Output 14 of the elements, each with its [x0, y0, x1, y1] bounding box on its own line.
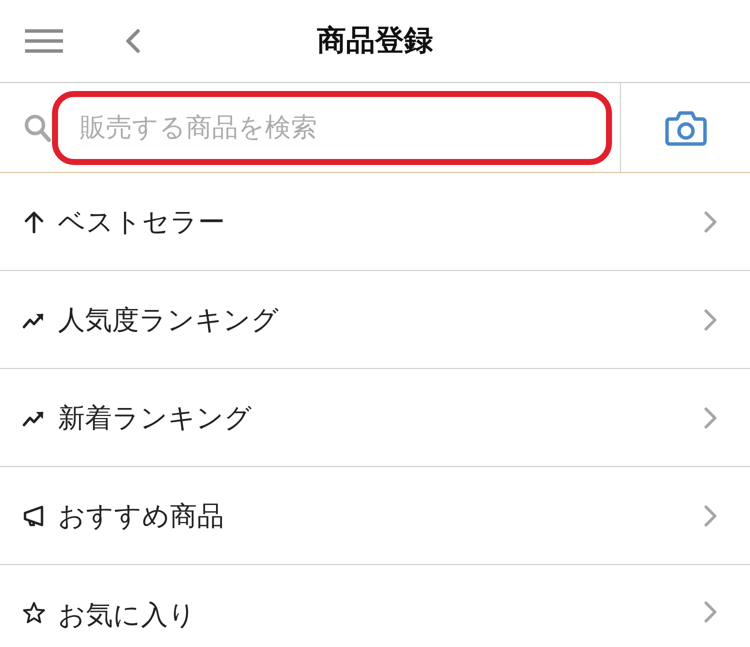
- chevron-right-icon: [704, 406, 717, 428]
- search-icon: [24, 114, 51, 142]
- chevron-right-icon: [704, 504, 717, 526]
- chevron-right-icon: [704, 601, 717, 623]
- search-field[interactable]: 販売する商品を検索: [52, 90, 612, 164]
- page-title: 商品登録: [317, 22, 433, 59]
- chevron-right-icon: [704, 210, 717, 232]
- menu-icon[interactable]: [25, 29, 63, 53]
- megaphone-icon: [22, 504, 46, 528]
- chevron-right-icon: [704, 308, 717, 330]
- star-outline-icon: [22, 601, 46, 625]
- back-chevron-icon[interactable]: [125, 29, 141, 53]
- arrow-up-icon: [22, 210, 46, 234]
- camera-icon[interactable]: [664, 110, 706, 146]
